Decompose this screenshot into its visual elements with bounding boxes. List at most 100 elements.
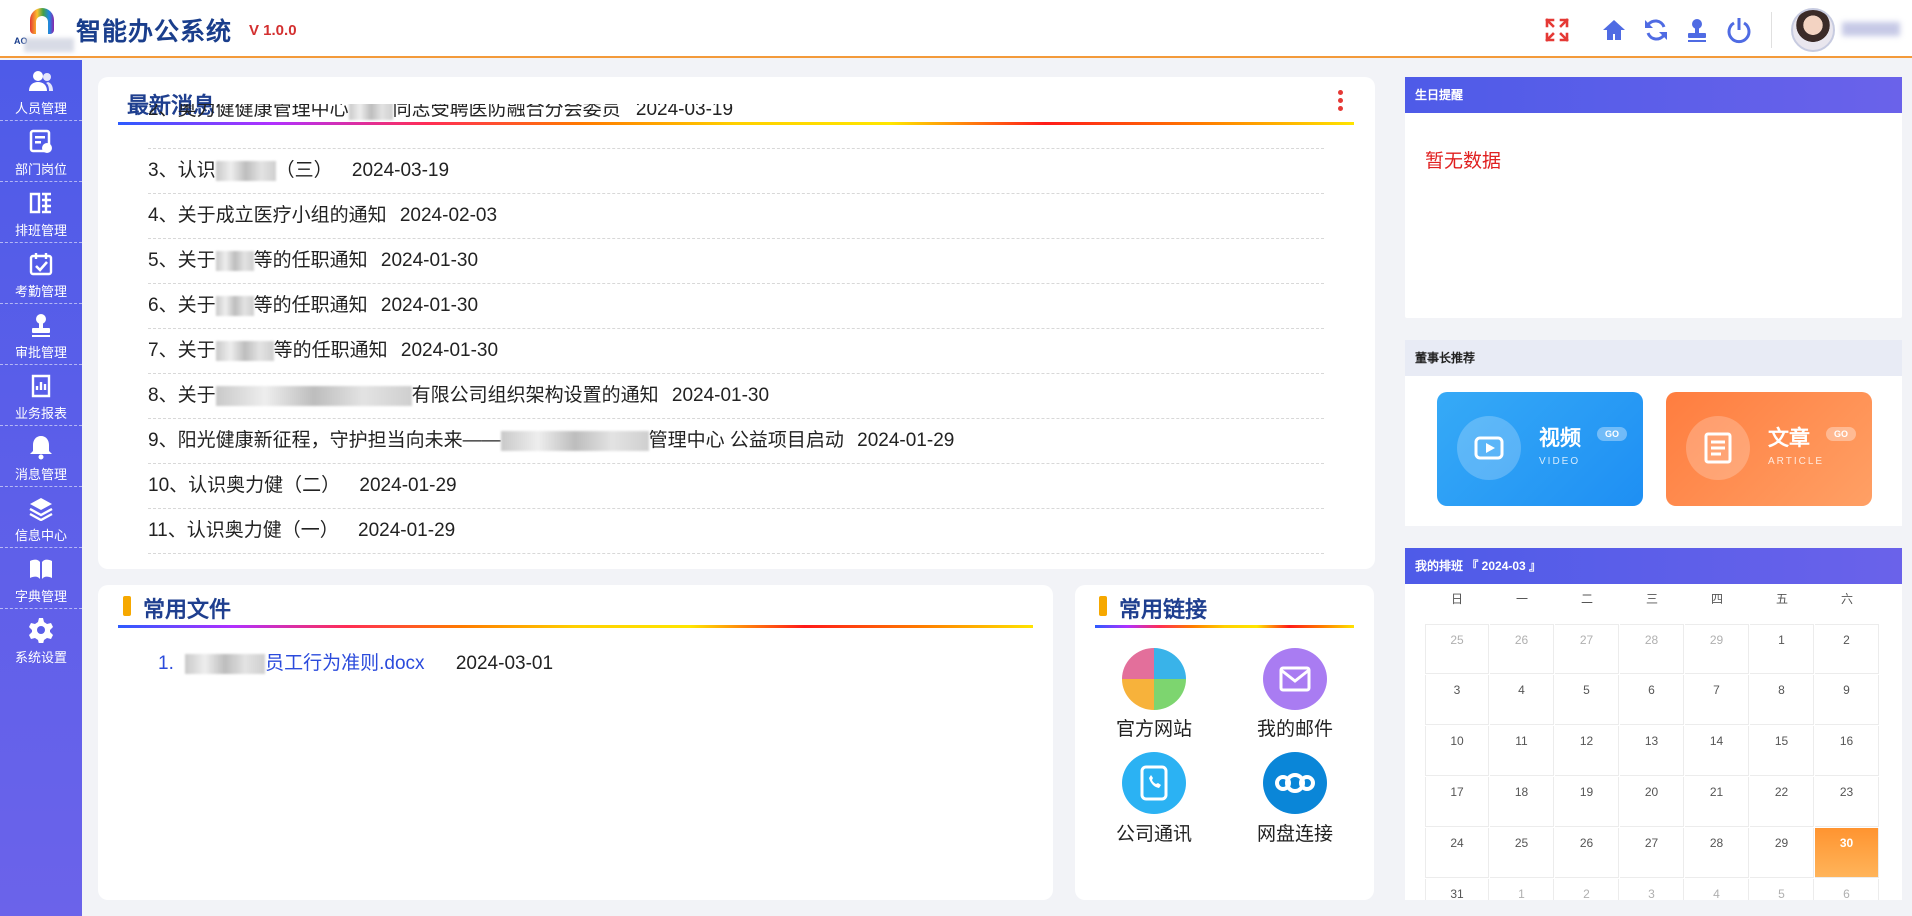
power-icon[interactable] bbox=[1725, 16, 1753, 44]
company-logo: AO bbox=[14, 6, 74, 52]
calendar-day[interactable]: 29 bbox=[1750, 828, 1814, 878]
sidebar-item-label: 消息管理 bbox=[14, 467, 67, 482]
calendar-day[interactable]: 23 bbox=[1815, 777, 1879, 827]
news-item-text: 11、认识奥力健（一） bbox=[148, 520, 339, 541]
file-item-name[interactable]: 员工行为准则.docx bbox=[265, 653, 424, 674]
news-item[interactable]: 9、阳光健康新征程，守护担当向未来—— 管理中心 公益项目启动 2024-01-2… bbox=[148, 419, 1324, 464]
calendar-day[interactable]: 13 bbox=[1620, 726, 1684, 776]
calendar-day[interactable]: 29 bbox=[1685, 624, 1749, 674]
calendar-day[interactable]: 15 bbox=[1750, 726, 1814, 776]
calendar-day[interactable]: 9 bbox=[1815, 675, 1879, 725]
calendar-day[interactable]: 22 bbox=[1750, 777, 1814, 827]
mail-icon bbox=[1263, 648, 1327, 710]
home-icon[interactable] bbox=[1600, 16, 1628, 44]
calendar-day[interactable]: 18 bbox=[1490, 777, 1554, 827]
sidebar-item-schedule[interactable]: 排班管理 bbox=[0, 182, 82, 243]
news-item[interactable]: 6、关于 等的任职通知 2024-01-30 bbox=[148, 284, 1324, 329]
schedule-title: 我的排班 『 2024-03 』 bbox=[1405, 548, 1902, 584]
calendar-day[interactable]: 17 bbox=[1425, 777, 1489, 827]
stamp-icon[interactable] bbox=[1683, 16, 1711, 44]
sidebar-item-messages[interactable]: 消息管理 bbox=[0, 426, 82, 487]
sidebar-item-report[interactable]: 业务报表 bbox=[0, 365, 82, 426]
news-item[interactable]: 2、奥力健健康管理中心 同志受聘医防融合分会委员 2024-03-19 bbox=[148, 104, 1324, 149]
report-icon bbox=[31, 374, 51, 398]
files-title: 常用文件 bbox=[143, 597, 232, 622]
calendar-day[interactable]: 21 bbox=[1685, 777, 1749, 827]
calendar-day[interactable]: 5 bbox=[1555, 675, 1619, 725]
calendar-day[interactable]: 3 bbox=[1620, 879, 1684, 900]
calendar-day[interactable]: 20 bbox=[1620, 777, 1684, 827]
sidebar-item-department[interactable]: 部门岗位 bbox=[0, 121, 82, 182]
calendar-day[interactable]: 8 bbox=[1750, 675, 1814, 725]
news-item-text: 等的任职通知 bbox=[253, 295, 368, 316]
calendar-day[interactable]: 4 bbox=[1685, 879, 1749, 900]
calendar-day[interactable]: 10 bbox=[1425, 726, 1489, 776]
video-go-badge[interactable]: GO bbox=[1597, 427, 1627, 441]
calendar-weekday: 二 bbox=[1580, 592, 1593, 606]
bell-icon bbox=[30, 436, 52, 460]
refresh-icon[interactable] bbox=[1642, 16, 1670, 44]
news-item-date: 2024-01-30 bbox=[671, 385, 770, 406]
calendar-day[interactable]: 25 bbox=[1490, 828, 1554, 878]
sidebar-item-label: 信息中心 bbox=[14, 528, 67, 543]
news-item-date: 2024-01-30 bbox=[380, 250, 479, 271]
calendar-day[interactable]: 12 bbox=[1555, 726, 1619, 776]
calendar-day[interactable]: 7 bbox=[1685, 675, 1749, 725]
calendar-day[interactable]: 1 bbox=[1490, 879, 1554, 900]
calendar-day[interactable]: 2 bbox=[1555, 879, 1619, 900]
sidebar-item-settings[interactable]: 系统设置 bbox=[0, 609, 82, 670]
calendar-day[interactable]: 1 bbox=[1750, 624, 1814, 674]
username-redacted[interactable] bbox=[1842, 22, 1900, 36]
news-item-text: 6、关于 bbox=[148, 295, 216, 316]
fullscreen-icon[interactable] bbox=[1543, 16, 1571, 44]
book-icon bbox=[30, 559, 52, 579]
news-item-date: 2024-03-19 bbox=[351, 160, 450, 181]
calendar-day[interactable]: 4 bbox=[1490, 675, 1554, 725]
calendar-day[interactable]: 26 bbox=[1490, 624, 1554, 674]
calendar-day[interactable]: 6 bbox=[1815, 879, 1879, 900]
calendar-day[interactable]: 14 bbox=[1685, 726, 1749, 776]
calendar-day[interactable]: 30 bbox=[1815, 828, 1879, 878]
video-tile[interactable]: 视频 VIDEO GO bbox=[1437, 392, 1643, 506]
news-item[interactable]: 8、关于 有限公司组织架构设置的通知 2024-01-30 bbox=[148, 374, 1324, 419]
article-go-badge[interactable]: GO bbox=[1826, 427, 1856, 441]
calendar-day[interactable]: 19 bbox=[1555, 777, 1619, 827]
sidebar-item-label: 排班管理 bbox=[14, 223, 67, 238]
sidebar-item-label: 人员管理 bbox=[14, 101, 67, 116]
news-item-text: 管理中心 公益项目启动 bbox=[648, 430, 844, 451]
calendar-day[interactable]: 2 bbox=[1815, 624, 1879, 674]
news-item-text: （三） bbox=[275, 160, 333, 181]
redacted-text bbox=[215, 340, 274, 361]
article-tile[interactable]: 文章 ARTICLE GO bbox=[1666, 392, 1872, 506]
news-item[interactable]: 5、关于 等的任职通知 2024-01-30 bbox=[148, 239, 1324, 284]
sidebar-item-attendance[interactable]: 考勤管理 bbox=[0, 243, 82, 304]
calendar-day[interactable]: 11 bbox=[1490, 726, 1554, 776]
news-item-date: 2024-01-29 bbox=[358, 520, 456, 541]
avatar[interactable] bbox=[1791, 8, 1835, 52]
news-item[interactable]: 4、关于成立医疗小组的通知 2024-02-03 bbox=[148, 194, 1324, 239]
news-item-date: 2024-03-19 bbox=[635, 104, 734, 121]
calendar-day[interactable]: 26 bbox=[1555, 828, 1619, 878]
news-item[interactable]: 3、认识 （三） 2024-03-19 bbox=[148, 149, 1324, 194]
more-menu-icon[interactable] bbox=[1338, 90, 1344, 114]
sidebar-item-dictionary[interactable]: 字典管理 bbox=[0, 548, 82, 609]
calendar-day[interactable]: 25 bbox=[1425, 624, 1489, 674]
news-item[interactable]: 7、关于 等的任职通知 2024-01-30 bbox=[148, 329, 1324, 374]
calendar-day[interactable]: 24 bbox=[1425, 828, 1489, 878]
calendar-day[interactable]: 31 bbox=[1425, 879, 1489, 900]
calendar-weekday: 五 bbox=[1775, 592, 1788, 606]
calendar-day[interactable]: 28 bbox=[1685, 828, 1749, 878]
calendar-day[interactable]: 16 bbox=[1815, 726, 1879, 776]
sidebar-item-info-center[interactable]: 信息中心 bbox=[0, 487, 82, 548]
sidebar-item-users[interactable]: 人员管理 bbox=[0, 60, 82, 121]
calendar-day[interactable]: 3 bbox=[1425, 675, 1489, 725]
file-item[interactable]: 1. 员工行为准则.docx 2024-03-01 bbox=[158, 648, 553, 675]
calendar-day[interactable]: 6 bbox=[1620, 675, 1684, 725]
calendar-day[interactable]: 27 bbox=[1620, 828, 1684, 878]
news-item[interactable]: 10、认识奥力健（二） 2024-01-29 bbox=[148, 464, 1324, 509]
calendar-day[interactable]: 27 bbox=[1555, 624, 1619, 674]
calendar-day[interactable]: 28 bbox=[1620, 624, 1684, 674]
calendar-day[interactable]: 5 bbox=[1750, 879, 1814, 900]
sidebar-item-approval[interactable]: 审批管理 bbox=[0, 304, 82, 365]
news-item[interactable]: 11、认识奥力健（一） 2024-01-29 bbox=[148, 509, 1324, 554]
